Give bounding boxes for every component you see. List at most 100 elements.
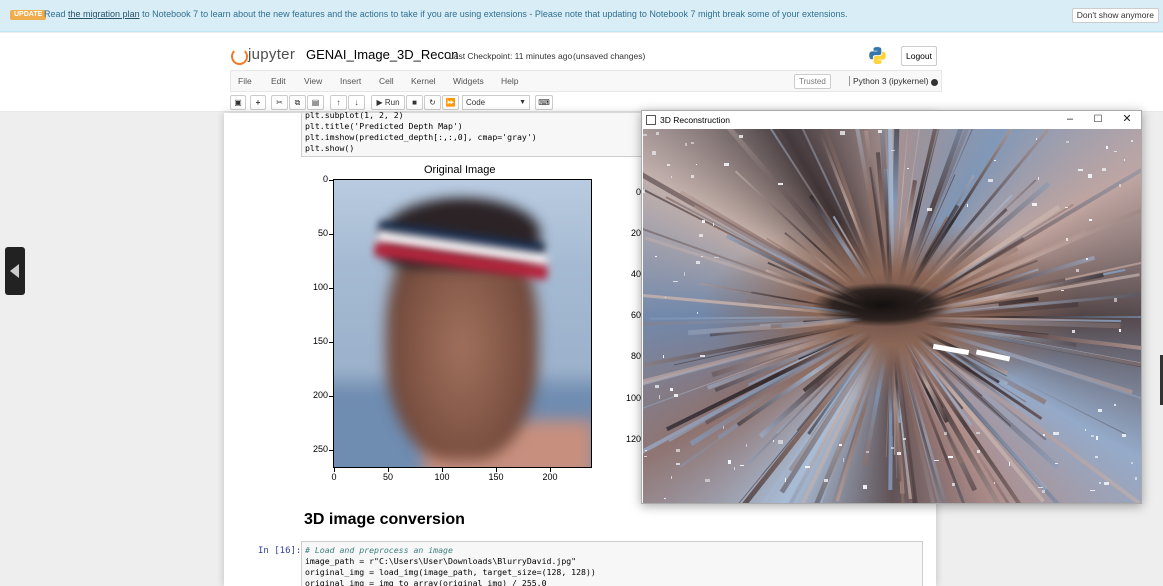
move-up-button[interactable]: ↑ xyxy=(330,95,347,110)
menu-insert[interactable]: Insert xyxy=(340,76,361,86)
banner-message: Read the migration plan to Notebook 7 to… xyxy=(44,9,848,19)
paste-icon: ▤ xyxy=(311,98,320,107)
code-line: plt.title('Predicted Depth Map') xyxy=(305,121,463,131)
y-tick xyxy=(329,396,333,397)
y-tick-label: 250 xyxy=(312,444,328,454)
kernel-name[interactable]: Python 3 (ipykernel) xyxy=(849,76,929,86)
insert-cell-button[interactable]: + xyxy=(250,95,266,110)
stop-icon: ■ xyxy=(412,98,417,107)
paste-button[interactable]: ▤ xyxy=(307,95,324,110)
close-button[interactable]: ✕ xyxy=(1116,112,1138,128)
run-label: Run xyxy=(384,98,400,107)
canvas-vignette xyxy=(643,129,1141,503)
y-tick-label: 200 xyxy=(312,390,328,400)
point-cloud-canvas[interactable] xyxy=(643,129,1141,503)
y-tick xyxy=(329,180,333,181)
chevron-left-icon xyxy=(10,264,19,278)
depth-y-tick-label: 80 xyxy=(630,351,641,361)
window-app-icon xyxy=(646,115,656,125)
cell-type-select[interactable]: Code ▼ xyxy=(462,95,530,110)
y-tick-label: 100 xyxy=(312,282,328,292)
y-tick xyxy=(329,234,333,235)
restart-run-all-button[interactable]: ⏩ xyxy=(442,95,459,110)
arrow-down-icon: ↓ xyxy=(354,98,359,107)
x-tick-label: 100 xyxy=(434,472,450,482)
reconstruction-window[interactable]: 3D Reconstruction – ☐ ✕ xyxy=(641,110,1142,504)
code-line: plt.subplot(1, 2, 2) xyxy=(305,110,404,120)
depth-y-tick-label: 20 xyxy=(630,228,641,238)
chevron-down-icon: ▼ xyxy=(519,99,526,106)
notebook-header: jupyter GENAI_Image_3D_Recon Last Checkp… xyxy=(0,33,1163,112)
code-line: original_img = img_to_array(original_img… xyxy=(305,578,547,586)
menu-widgets[interactable]: Widgets xyxy=(453,76,484,86)
python-logo-icon xyxy=(869,46,886,65)
depth-y-tick-label: 40 xyxy=(630,269,641,279)
jupyter-logo-text: jupyter xyxy=(248,46,296,63)
keyboard-icon: ⌨ xyxy=(538,98,550,107)
section-heading: 3D image conversion xyxy=(304,511,465,528)
menu-view[interactable]: View xyxy=(304,76,322,86)
checkpoint-status: Last Checkpoint: 11 minutes ago xyxy=(449,51,573,61)
x-tick-label: 150 xyxy=(488,472,504,482)
banner-text-pre: Read xyxy=(44,9,69,19)
code-line: plt.show() xyxy=(305,143,355,153)
unsaved-indicator: (unsaved changes) xyxy=(573,51,646,61)
code-comment: # Load and preprocess an image xyxy=(305,545,453,555)
jupyter-logo-icon xyxy=(231,46,248,65)
plot-title: Original Image xyxy=(424,164,496,176)
run-button[interactable]: ▶ Run xyxy=(371,95,405,110)
menu-cell[interactable]: Cell xyxy=(379,76,394,86)
y-tick xyxy=(329,342,333,343)
x-tick-label: 50 xyxy=(382,472,393,482)
y-tick xyxy=(329,288,333,289)
maximize-button[interactable]: ☐ xyxy=(1087,112,1109,128)
save-icon: ▣ xyxy=(234,98,242,107)
restart-button[interactable]: ↻ xyxy=(424,95,441,110)
interrupt-button[interactable]: ■ xyxy=(406,95,423,110)
arrow-up-icon: ↑ xyxy=(336,98,341,107)
x-tick-label: 0 xyxy=(331,472,337,482)
logout-button[interactable]: Logout xyxy=(901,46,937,66)
window-title: 3D Reconstruction xyxy=(660,115,730,125)
restart-icon: ↻ xyxy=(429,98,436,107)
x-tick-label: 200 xyxy=(542,472,558,482)
move-down-button[interactable]: ↓ xyxy=(348,95,365,110)
y-tick-label: 0 xyxy=(322,174,328,184)
code-line: image_path = r"C:\Users\User\Downloads\B… xyxy=(305,556,577,566)
code-line: plt.imshow(predicted_depth[:,:,0], cmap=… xyxy=(305,132,537,142)
cell-prompt: In [16]: xyxy=(258,546,302,556)
menu-kernel[interactable]: Kernel xyxy=(411,76,436,86)
menu-edit[interactable]: Edit xyxy=(271,76,286,86)
copy-icon: ⧉ xyxy=(294,98,301,107)
trusted-indicator[interactable]: Trusted xyxy=(794,74,831,89)
menu-file[interactable]: File xyxy=(238,76,252,86)
minimize-button[interactable]: – xyxy=(1059,112,1081,128)
menu-help[interactable]: Help xyxy=(501,76,518,86)
y-tick-label: 150 xyxy=(312,336,328,346)
window-titlebar[interactable]: 3D Reconstruction – ☐ ✕ xyxy=(642,111,1141,129)
depth-y-tick-label: 100 xyxy=(625,393,641,403)
notebook-toolbar: ▣ + ✂ ⧉ ▤ ↑ ↓ ▶ Run ■ ↻ ⏩ Code ▼ ⌨ xyxy=(230,95,830,111)
notebook-title[interactable]: GENAI_Image_3D_Recon xyxy=(306,47,458,62)
depth-y-tick-label: 120 xyxy=(625,434,641,444)
banner-text-post: to Notebook 7 to learn about the new fea… xyxy=(139,9,848,19)
y-tick-label: 50 xyxy=(317,228,328,238)
play-icon: ▶ xyxy=(376,98,383,107)
code-line: original_img = load_img(image_path, targ… xyxy=(305,567,596,577)
command-palette-button[interactable]: ⌨ xyxy=(535,95,553,110)
jupyter-logo[interactable]: jupyter xyxy=(231,46,296,65)
update-badge: UPDATE xyxy=(10,10,47,20)
save-button[interactable]: ▣ xyxy=(230,95,246,110)
code-cell-3d[interactable]: # Load and preprocess an image image_pat… xyxy=(301,541,923,586)
update-banner: UPDATE Read the migration plan to Notebo… xyxy=(0,0,1163,32)
fast-forward-icon: ⏩ xyxy=(445,98,456,107)
cut-button[interactable]: ✂ xyxy=(271,95,288,110)
cell-type-value: Code xyxy=(466,98,486,107)
depth-y-tick-label: 60 xyxy=(630,310,641,320)
copy-button[interactable]: ⧉ xyxy=(289,95,306,110)
depth-y-tick-label: 0 xyxy=(635,187,641,197)
original-image xyxy=(333,179,592,468)
migration-plan-link[interactable]: the migration plan xyxy=(68,9,140,19)
dont-show-anymore-button[interactable]: Don't show anymore xyxy=(1071,8,1159,23)
collapse-sidebar-button[interactable] xyxy=(5,247,25,295)
